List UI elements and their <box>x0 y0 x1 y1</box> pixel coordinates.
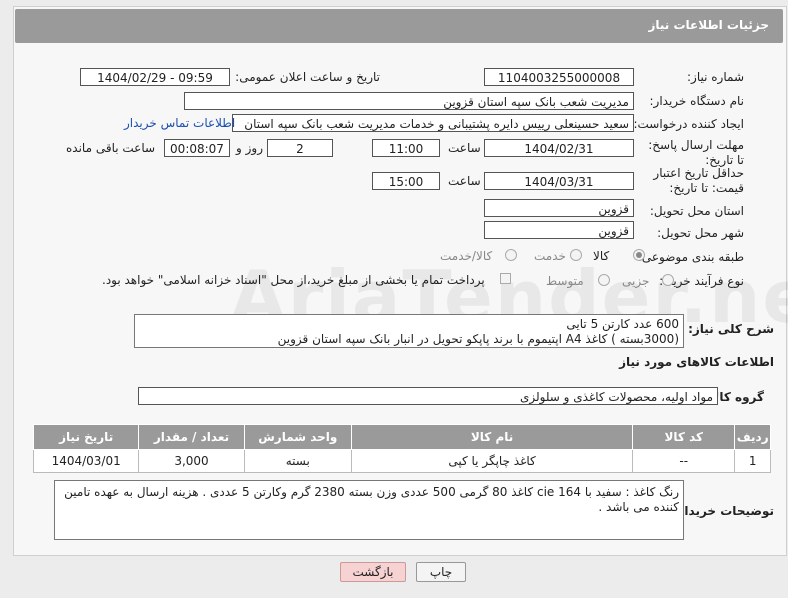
need-number-field: 1104003255000008 <box>484 68 634 86</box>
price-validity-time-label: ساعت <box>448 174 481 188</box>
goods-table-header: ردیف کد کالا نام کالا واحد شمارش تعداد /… <box>32 424 771 450</box>
announce-datetime-label: تاریخ و ساعت اعلان عمومی: <box>235 70 380 84</box>
page-title: جزئیات اطلاعات نیاز <box>648 18 769 32</box>
process-option-minor: جزیی <box>622 274 650 288</box>
announce-datetime-field: 1404/02/29 - 09:59 <box>80 68 230 86</box>
general-desc-line1: 600 عدد کارتن 5 تایی <box>566 317 679 331</box>
general-desc-field: 600 عدد کارتن 5 تایی (3000بسته ) کاغذ A4… <box>134 314 684 348</box>
category-option-goods-service: کالا/خدمت <box>440 249 493 263</box>
col-name: نام کالا <box>350 424 634 450</box>
cell-name: کاغذ چاپگر یا کپی <box>350 449 634 473</box>
buyer-org-label: نام دستگاه خریدار: <box>649 94 745 108</box>
price-validity-label: حداقل تاریخ اعتبار قیمت: تا تاریخ: <box>653 166 744 195</box>
goods-group-field: مواد اولیه، محصولات کاغذی و سلولزی <box>138 387 718 405</box>
remaining-time-label: ساعت باقی مانده <box>66 141 156 155</box>
category-radio-service[interactable] <box>570 249 582 261</box>
buyer-contact-link[interactable]: اطلاعات تماس خریدار <box>124 116 235 130</box>
category-radio-goods[interactable] <box>633 249 645 261</box>
category-label: طبقه بندی موضوعی: <box>637 250 744 264</box>
reply-deadline-time: 11:00 <box>372 139 440 157</box>
buyer-notes-label: توضیحات خریدار: <box>672 504 774 518</box>
category-option-goods: کالا <box>593 249 610 263</box>
buyer-notes-field: رنگ کاغذ : سفید با cie 164 کاغذ 80 گرمی … <box>54 480 684 540</box>
buyer-org-field: مدیریت شعب بانک سپه استان قزوین <box>184 92 634 110</box>
col-unit: واحد شمارش <box>243 424 352 450</box>
category-radio-goods-service[interactable] <box>505 249 517 261</box>
cell-date: 1404/03/01 <box>32 449 140 473</box>
col-qty: تعداد / مقدار <box>138 424 245 450</box>
process-option-medium: متوسط <box>546 274 584 288</box>
reply-days-label: روز و <box>236 141 263 155</box>
col-row: ردیف <box>734 424 771 450</box>
col-date: تاریخ نیاز <box>32 424 140 450</box>
general-desc-label: شرح کلی نیاز: <box>688 322 774 336</box>
requester-field: سعید حسینعلی رییس دایره پشتیبانی و خدمات… <box>232 114 634 132</box>
reply-deadline-time-label: ساعت <box>448 141 481 155</box>
goods-info-title: اطلاعات کالاهای مورد نیاز <box>619 355 774 369</box>
cell-code: -- <box>632 449 736 473</box>
need-number-label: شماره نیاز: <box>687 70 744 84</box>
requester-label: ایجاد کننده درخواست: <box>633 117 744 131</box>
treasury-payment-checkbox[interactable] <box>500 273 511 284</box>
cell-unit: بسته <box>243 449 352 473</box>
general-desc-line2: (3000بسته ) کاغذ A4 اپتیموم با برند پاپک… <box>277 332 679 346</box>
reply-deadline-date: 1404/02/31 <box>484 139 634 157</box>
print-button[interactable]: چاپ <box>416 562 466 582</box>
delivery-city-label: شهر محل تحویل: <box>657 226 744 240</box>
treasury-payment-note: پرداخت تمام یا بخشی از مبلغ خرید،از محل … <box>102 273 485 287</box>
col-code: کد کالا <box>632 424 736 450</box>
process-radio-minor[interactable] <box>662 274 674 286</box>
cell-row: 1 <box>734 449 771 473</box>
delivery-city-field: قزوین <box>484 221 634 239</box>
price-validity-time: 15:00 <box>372 172 440 190</box>
delivery-province-label: استان محل تحویل: <box>649 204 744 218</box>
cell-qty: 3,000 <box>138 449 245 473</box>
price-validity-date: 1404/03/31 <box>484 172 634 190</box>
process-radio-medium[interactable] <box>598 274 610 286</box>
delivery-province-field: قزوین <box>484 199 634 217</box>
reply-days-field: 2 <box>267 139 333 157</box>
back-button[interactable]: بازگشت <box>340 562 406 582</box>
remaining-time-field: 00:08:07 <box>164 139 230 157</box>
goods-table: ردیف کد کالا نام کالا واحد شمارش تعداد /… <box>32 424 771 473</box>
reply-deadline-label: مهلت ارسال پاسخ: تا تاریخ: <box>648 138 744 167</box>
category-option-service: خدمت <box>534 249 566 263</box>
table-row: 1 -- کاغذ چاپگر یا کپی بسته 3,000 1404/0… <box>32 449 771 473</box>
page-header: جزئیات اطلاعات نیاز <box>15 9 783 43</box>
